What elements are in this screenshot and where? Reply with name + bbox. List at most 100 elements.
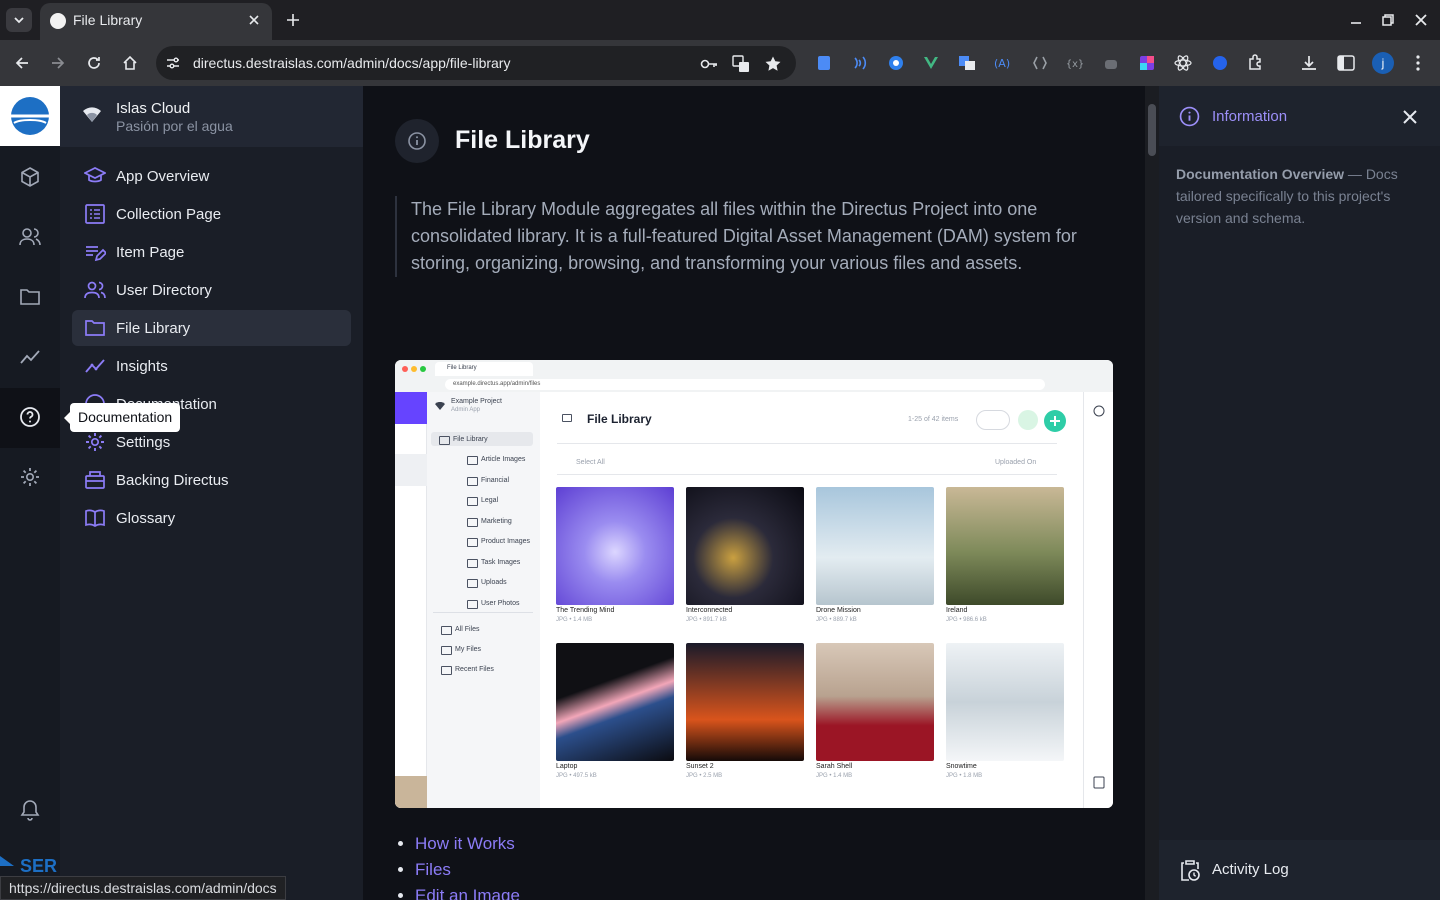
minimize-button[interactable] <box>1344 8 1368 32</box>
project-header[interactable]: Islas Cloud Pasión por el agua <box>60 86 363 147</box>
kebab-menu-icon[interactable] <box>1408 53 1428 73</box>
file-meta: JPG • 497.5 kB <box>556 773 597 779</box>
extension-a11y-icon[interactable]: (A) <box>993 53 1013 73</box>
extension-signal-icon[interactable] <box>849 53 869 73</box>
extension-blue-dot-icon[interactable] <box>1210 53 1230 73</box>
doc-links: How it Works Files Edit an Image <box>415 834 520 900</box>
back-button[interactable] <box>10 51 34 75</box>
extension-react-icon[interactable] <box>1173 53 1193 73</box>
extension-vue-icon[interactable] <box>921 53 941 73</box>
doc-link[interactable]: How it Works <box>415 834 520 854</box>
browser-tab[interactable]: File Library <box>40 3 272 40</box>
notifications-bell-icon[interactable] <box>18 798 42 822</box>
info-icon <box>1179 106 1200 127</box>
user-avatar <box>395 776 427 808</box>
users-module-icon[interactable] <box>18 225 42 249</box>
extensions-puzzle-icon[interactable] <box>1246 53 1266 73</box>
edit-note-icon <box>84 241 106 263</box>
nav-item-label: Settings <box>116 433 171 451</box>
screenshot-folder: Legal <box>466 497 499 506</box>
extension-docs-icon[interactable] <box>814 53 834 73</box>
insights-module-icon[interactable] <box>18 345 42 369</box>
clipboard-icon <box>1093 776 1105 789</box>
doc-link[interactable]: Files <box>415 860 520 880</box>
close-window-button[interactable] <box>1409 8 1433 32</box>
nav-item-app-overview[interactable]: App Overview <box>72 158 351 194</box>
tab-close-button[interactable] <box>244 10 264 30</box>
nav-item-file-library[interactable]: File Library <box>72 310 351 346</box>
extension-translate-icon[interactable] <box>957 53 977 73</box>
screenshot-section: Recent Files <box>441 666 494 675</box>
close-icon <box>249 15 259 25</box>
arrow-right-icon <box>52 57 65 69</box>
forward-button[interactable] <box>46 51 70 75</box>
extension-colorful-icon[interactable] <box>1137 53 1157 73</box>
information-heading: Documentation Overview <box>1176 166 1345 182</box>
page-info-button[interactable] <box>395 119 439 163</box>
tab-search-button[interactable] <box>6 8 32 32</box>
activity-log-section[interactable]: Activity Log <box>1159 840 1440 900</box>
restore-button[interactable] <box>1376 8 1400 32</box>
side-panel-icon[interactable] <box>1336 53 1356 73</box>
new-tab-button[interactable] <box>282 9 304 31</box>
home-button[interactable] <box>118 51 142 75</box>
files-module-icon[interactable] <box>18 285 42 309</box>
file-meta: JPG • 891.7 kB <box>686 617 727 623</box>
doc-link[interactable]: Edit an Image <box>415 886 520 900</box>
minimize-icon <box>1351 22 1361 24</box>
extension-circle-icon[interactable] <box>886 53 906 73</box>
close-icon[interactable] <box>1402 109 1418 125</box>
nav-item-collection-page[interactable]: Collection Page <box>72 196 351 232</box>
settings-module-icon[interactable] <box>18 465 42 489</box>
info-icon <box>1093 405 1105 417</box>
favicon-icon <box>50 13 66 29</box>
content-module-icon[interactable] <box>18 165 42 189</box>
home-icon <box>123 55 137 70</box>
screenshot-tab: File Library <box>435 362 533 376</box>
help-module-icon[interactable] <box>18 405 42 429</box>
extension-code-icon[interactable] <box>1030 53 1050 73</box>
file-meta: JPG • 986.6 kB <box>946 617 987 623</box>
translate-icon[interactable] <box>731 54 751 74</box>
nav-item-insights[interactable]: Insights <box>72 348 351 384</box>
graduation-cap-icon <box>84 165 106 187</box>
reload-button[interactable] <box>82 51 106 75</box>
nav-item-glossary[interactable]: Glossary <box>72 500 351 536</box>
screenshot-folder: Uploads <box>467 579 507 588</box>
right-sidebar: Information Documentation Overview — Doc… <box>1159 86 1440 900</box>
nav-item-user-directory[interactable]: User Directory <box>72 272 351 308</box>
nav-item-item-page[interactable]: Item Page <box>72 234 351 270</box>
site-info-button[interactable] <box>164 54 182 72</box>
information-header[interactable]: Information <box>1159 86 1440 146</box>
page-intro: The File Library Module aggregates all f… <box>395 196 1115 277</box>
password-key-icon[interactable] <box>699 54 719 74</box>
downloads-icon[interactable] <box>1299 53 1319 73</box>
screenshot-section: My Files <box>440 646 482 655</box>
list-alt-icon <box>84 203 106 225</box>
scrollbar-thumb[interactable] <box>1148 104 1156 156</box>
nav-item-backing-directus[interactable]: Backing Directus <box>72 462 351 498</box>
reload-icon <box>88 57 100 69</box>
file-meta: JPG • 1.8 MB <box>946 773 983 779</box>
partner-logo-icon: SER <box>0 856 57 876</box>
nav-item-label: App Overview <box>116 167 210 185</box>
file-meta: JPG • 1.4 MB <box>816 773 853 779</box>
file-thumbnail <box>556 487 674 605</box>
file-name: Drone Mission <box>816 607 861 614</box>
extension-braces-icon[interactable]: {x} <box>1065 53 1085 73</box>
screenshot-main: File Library 1-25 of 42 items Select All… <box>540 392 1083 808</box>
file-name: Laptop <box>556 763 578 770</box>
extension-robot-icon[interactable] <box>1101 53 1121 73</box>
file-name: Snowtime <box>946 763 977 770</box>
main-scrollbar[interactable] <box>1145 86 1159 900</box>
directus-rabbit-icon <box>395 392 427 424</box>
file-name: Ireland <box>946 607 968 614</box>
screenshot-section: All Files <box>441 626 480 635</box>
bookmark-star-icon[interactable] <box>763 54 783 74</box>
main-content: File Library The File Library Module agg… <box>363 86 1145 900</box>
project-logo[interactable] <box>0 86 60 146</box>
profile-avatar[interactable]: j <box>1372 52 1394 74</box>
address-bar[interactable]: directus.destraislas.com/admin/docs/app/… <box>156 46 796 80</box>
screenshot-address: example.directus.app/admin/files <box>445 379 1045 390</box>
project-name: Islas Cloud <box>116 100 191 117</box>
